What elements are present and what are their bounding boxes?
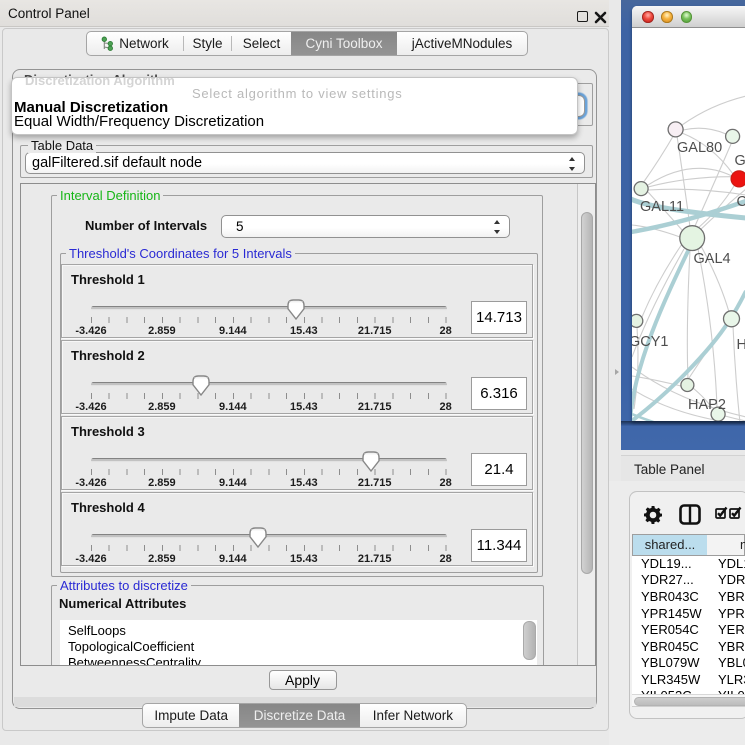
- svg-text:GAL4: GAL4: [693, 251, 730, 267]
- svg-text:GAL80: GAL80: [677, 140, 722, 156]
- svg-text:GCY1: GCY1: [632, 334, 669, 350]
- svg-text:GA: GA: [734, 153, 745, 169]
- svg-text:H: H: [736, 337, 745, 353]
- svg-text:GAL11: GAL11: [640, 199, 684, 215]
- svg-text:C: C: [736, 194, 745, 210]
- svg-text:HAP2: HAP2: [688, 397, 726, 413]
